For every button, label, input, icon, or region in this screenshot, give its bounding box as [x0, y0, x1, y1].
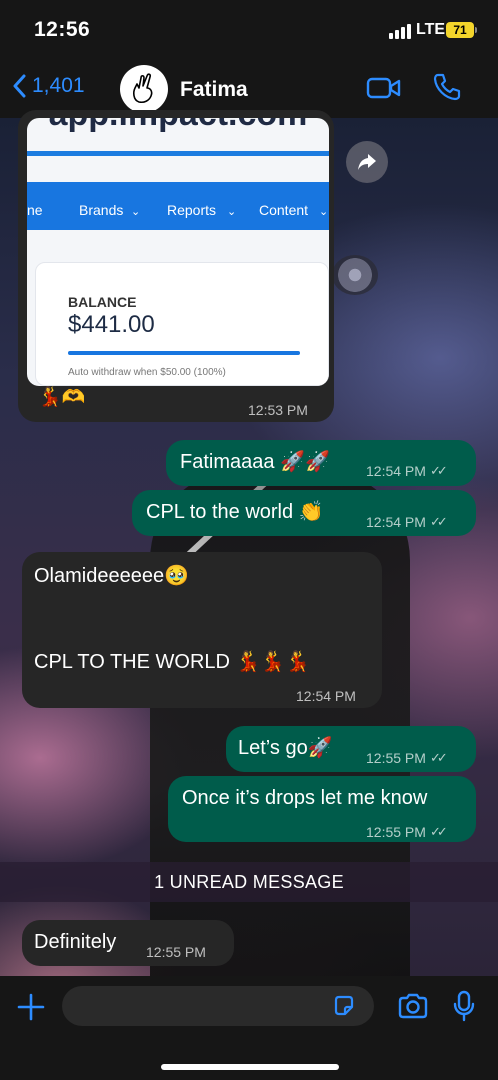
message-bubble-incoming[interactable]: Definitely 12:55 PM [22, 920, 234, 966]
back-button[interactable]: 1,401 [12, 74, 85, 98]
home-indicator[interactable] [161, 1064, 339, 1070]
chevron-left-icon [13, 74, 26, 98]
chat-header: 1,401 Fatima [0, 58, 498, 118]
status-bar: 12:56 LTE 71 [0, 0, 498, 58]
read-receipt-icon: ✓✓ [429, 750, 448, 765]
microphone-button[interactable] [452, 990, 476, 1027]
balance-card: BALANCE $441.00 Auto withdraw when $50.0… [35, 262, 329, 386]
sticker-button[interactable] [332, 994, 356, 1023]
image-url-text: app.impact.com [27, 118, 329, 131]
image-caption: 💃🫶 [38, 387, 86, 408]
phone-icon [433, 73, 461, 101]
sticker-icon [334, 995, 354, 1016]
message-input[interactable] [62, 986, 374, 1026]
microphone-icon [453, 990, 475, 1022]
contact-name[interactable]: Fatima [180, 78, 248, 102]
message-bubble-outgoing[interactable]: Once it’s drops let me know 12:55 PM ✓✓ [168, 776, 476, 842]
image-divider [27, 151, 329, 156]
message-meta: 12:54 PM ✓✓ [366, 459, 448, 483]
voice-call-button[interactable] [432, 72, 462, 107]
message-text: Fatimaaaa 🚀🚀 [180, 451, 330, 473]
message-time: 12:55 PM [366, 824, 426, 840]
screenshot-image[interactable]: app.impact.com ne Brands ⌄ Reports ⌄ Con… [27, 118, 329, 386]
message-bubble-outgoing[interactable]: CPL to the world 👏 12:54 PM ✓✓ [132, 490, 476, 536]
message-meta: 12:54 PM ✓✓ [366, 510, 448, 534]
composer-bar [0, 976, 498, 1080]
image-navbar: ne Brands ⌄ Reports ⌄ Content ⌄ [27, 182, 329, 230]
message-text: Definitely [34, 931, 117, 953]
balance-progress-bar [68, 351, 300, 355]
balance-amount: $441.00 [68, 311, 155, 338]
message-text: CPL TO THE WORLD 💃💃💃 [34, 651, 311, 673]
forward-arrow-icon [358, 154, 376, 170]
network-label: LTE [416, 21, 446, 38]
video-camera-icon [366, 77, 401, 99]
balance-progress-fill [68, 351, 300, 355]
message-time: 12:55 PM [146, 944, 206, 960]
auto-withdraw-note: Auto withdraw when $50.00 (100%) [68, 367, 226, 378]
plus-icon [17, 993, 45, 1021]
battery-icon: 71 [446, 22, 474, 38]
signal-icon [389, 24, 411, 39]
message-time: 12:54 PM [296, 688, 356, 704]
message-bubble-outgoing[interactable]: Fatimaaaa 🚀🚀 12:54 PM ✓✓ [166, 440, 476, 486]
message-meta: 12:55 PM ✓✓ [366, 746, 448, 770]
read-receipt-icon: ✓✓ [429, 514, 448, 529]
message-text: Let’s go🚀 [238, 737, 333, 759]
attach-button[interactable] [16, 992, 46, 1027]
image-nav-item: Content [259, 202, 309, 218]
video-call-button[interactable] [366, 76, 402, 105]
image-nav-item: ne [27, 202, 43, 218]
message-text: Olamideeeeee🥹 [34, 565, 189, 587]
read-receipt-icon: ✓✓ [429, 824, 448, 839]
image-message[interactable]: app.impact.com ne Brands ⌄ Reports ⌄ Con… [18, 110, 334, 422]
message-text: CPL to the world 👏 [146, 501, 324, 523]
message-text: Once it’s drops let me know [182, 787, 428, 809]
message-time: 12:53 PM [248, 402, 308, 418]
image-nav-item: Reports [167, 202, 217, 218]
message-meta: 12:55 PM ✓✓ [366, 820, 448, 844]
status-time: 12:56 [34, 18, 91, 41]
avatar[interactable] [120, 65, 168, 113]
fingers-crossed-icon [133, 73, 153, 104]
back-count: 1,401 [32, 74, 85, 97]
message-time: 12:54 PM [366, 463, 426, 479]
unread-banner: 1 UNREAD MESSAGE [0, 862, 498, 902]
read-receipt-icon: ✓✓ [429, 463, 448, 478]
image-nav-item: Brands [79, 202, 124, 218]
camera-button[interactable] [397, 992, 429, 1025]
camera-icon [398, 993, 428, 1019]
message-bubble-outgoing[interactable]: Let’s go🚀 12:55 PM ✓✓ [226, 726, 476, 772]
wallpaper-art [332, 255, 378, 295]
message-time: 12:54 PM [366, 514, 426, 530]
message-time: 12:55 PM [366, 750, 426, 766]
message-bubble-incoming[interactable]: Olamideeeeee🥹 CPL TO THE WORLD 💃💃💃 12:54… [22, 552, 382, 708]
forward-button[interactable] [346, 141, 388, 183]
battery-tip [475, 27, 477, 33]
